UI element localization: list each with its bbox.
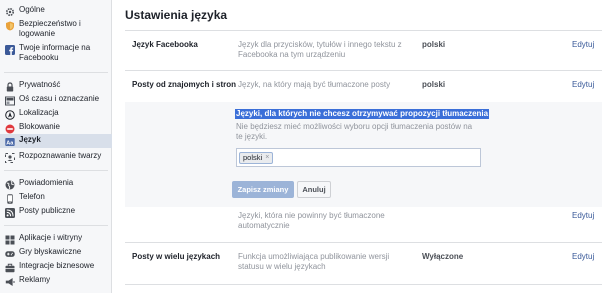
- sidebar-item-label: Język: [19, 135, 41, 144]
- sidebar-item-apps[interactable]: Aplikacje i witryny: [0, 233, 112, 245]
- settings-main: Ustawienia języka Język Facebooka Język …: [112, 0, 604, 293]
- apps-icon: [4, 234, 15, 245]
- row-label-facebook-language: Język Facebooka: [132, 40, 198, 49]
- sidebar-item-label: Aplikacje i witryny: [19, 233, 83, 242]
- language-tag: polski ×: [239, 152, 274, 164]
- sidebar-divider: [4, 170, 108, 171]
- sidebar-item-public-posts[interactable]: Posty publiczne: [0, 206, 112, 218]
- sidebar-item-label: Powiadomienia: [19, 178, 74, 187]
- row-label-posts-from-friends: Posty od znajomych i stron: [132, 80, 237, 89]
- divider: [125, 284, 602, 285]
- row-description: Języki, która nie powinny być tłumaczone…: [238, 211, 385, 230]
- sidebar-divider: [4, 72, 108, 73]
- sidebar-item-notifications[interactable]: Powiadomienia: [0, 178, 112, 190]
- sidebar-item-business-integrations[interactable]: Integracje biznesowe: [0, 261, 112, 273]
- sidebar-item-label: Bezpieczeństwo i logowanie: [19, 19, 81, 38]
- game-icon: [4, 248, 15, 259]
- sidebar-item-blocking[interactable]: Blokowanie: [0, 122, 112, 134]
- page-title: Ustawienia języka: [125, 8, 228, 22]
- settings-sidebar: Ogólne Bezpieczeństwo i logowanie Twoje …: [0, 0, 112, 293]
- business-icon: [4, 262, 15, 273]
- sidebar-item-label: Blokowanie: [19, 122, 60, 131]
- row-value: polski: [422, 80, 446, 89]
- sidebar-item-timeline[interactable]: Oś czasu i oznaczanie: [0, 94, 112, 106]
- timeline-icon: [4, 95, 15, 106]
- divider: [125, 242, 602, 243]
- edit-posts-translation-link[interactable]: Edytuj: [572, 80, 594, 89]
- language-tag-input[interactable]: polski ×: [236, 148, 481, 167]
- sidebar-item-label: Oś czasu i oznaczanie: [19, 94, 100, 103]
- row-value: Wyłączone: [422, 252, 464, 261]
- sidebar-item-general[interactable]: Ogólne: [0, 5, 112, 17]
- sidebar-item-instant-games[interactable]: Gry błyskawiczne: [0, 247, 112, 259]
- shield-icon: [4, 20, 15, 31]
- edit-panel-help: Nie będziesz mieć możliwości wyboru opcj…: [236, 122, 473, 141]
- sidebar-item-label: Gry błyskawiczne: [19, 247, 82, 256]
- globe-icon: [4, 179, 15, 190]
- row-description: Funkcja umożliwiająca publikowanie wersj…: [238, 252, 390, 271]
- edit-no-translate-link[interactable]: Edytuj: [572, 211, 594, 220]
- sidebar-item-label: Integracje biznesowe: [19, 261, 95, 270]
- svg-text:Aa: Aa: [6, 140, 14, 146]
- row-description: Język dla przycisków, tytułów i innego t…: [238, 40, 402, 59]
- cancel-button[interactable]: Anuluj: [297, 181, 331, 198]
- sidebar-item-location[interactable]: Lokalizacja: [0, 108, 112, 120]
- sidebar-item-label: Lokalizacja: [19, 108, 59, 117]
- save-changes-button[interactable]: Zapisz zmiany: [232, 181, 294, 198]
- phone-icon: [4, 193, 15, 204]
- sidebar-item-label: Ogólne: [19, 5, 45, 14]
- sidebar-item-phone[interactable]: Telefon: [0, 192, 112, 204]
- lock-icon: [4, 81, 15, 92]
- gear-icon: [4, 6, 15, 17]
- block-icon: [4, 123, 15, 134]
- sidebar-item-face-recognition[interactable]: Rozpoznawanie twarzy: [0, 151, 112, 163]
- edit-multilingual-posts-link[interactable]: Edytuj: [572, 252, 594, 261]
- sidebar-item-label: Telefon: [19, 192, 45, 201]
- location-icon: [4, 109, 15, 120]
- ads-icon: [4, 276, 15, 287]
- sidebar-item-label: Prywatność: [19, 80, 61, 89]
- edit-facebook-language-link[interactable]: Edytuj: [572, 40, 594, 49]
- remove-tag-icon[interactable]: ×: [265, 153, 269, 163]
- row-description: Język, na który mają być tłumaczone post…: [238, 80, 391, 89]
- sidebar-item-language[interactable]: Aa Język: [0, 134, 112, 148]
- row-value: polski: [422, 40, 446, 49]
- row-label-multilingual-posts: Posty w wielu językach: [132, 252, 221, 261]
- edit-panel-heading: Języki, dla których nie chcesz otrzymywa…: [235, 109, 490, 119]
- sidebar-item-security[interactable]: Bezpieczeństwo i logowanie: [0, 19, 112, 39]
- sidebar-item-label: Reklamy: [19, 275, 51, 284]
- facebook-icon: [4, 44, 15, 55]
- sidebar-item-your-info[interactable]: Twoje informacje na Facebooku: [0, 43, 112, 63]
- divider: [125, 70, 602, 71]
- sidebar-item-label: Twoje informacje na Facebooku: [19, 43, 91, 62]
- language-icon: Aa: [4, 136, 15, 147]
- divider: [125, 30, 602, 31]
- sidebar-item-label: Rozpoznawanie twarzy: [19, 151, 102, 160]
- face-icon: [4, 152, 15, 163]
- language-tag-label: polski: [243, 153, 263, 162]
- sidebar-divider: [4, 225, 108, 226]
- sidebar-item-privacy[interactable]: Prywatność: [0, 80, 112, 92]
- rss-icon: [4, 207, 15, 218]
- sidebar-item-ads[interactable]: Reklamy: [0, 275, 112, 287]
- sidebar-item-label: Posty publiczne: [19, 206, 76, 215]
